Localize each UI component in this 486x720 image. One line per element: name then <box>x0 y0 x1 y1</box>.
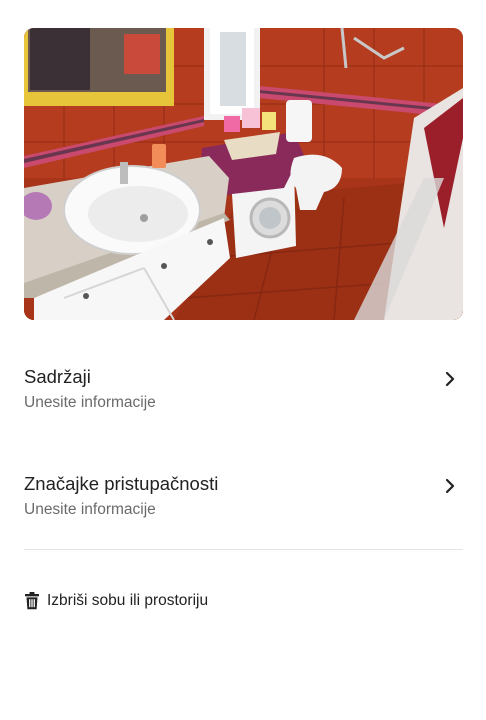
bathroom-photo <box>24 28 463 320</box>
amenities-title: Sadržaji <box>24 366 91 387</box>
accessibility-subtitle: Unesite informacije <box>24 501 156 518</box>
amenities-subtitle: Unesite informacije <box>24 394 156 411</box>
delete-room-button[interactable]: Izbriši sobu ili prostoriju <box>24 589 208 613</box>
chevron-right-icon <box>445 478 455 494</box>
accessibility-title: Značajke pristupačnosti <box>24 473 219 494</box>
chevron-right-icon <box>445 371 455 387</box>
trash-icon <box>25 592 39 610</box>
accessibility-row[interactable]: Značajke pristupačnosti Unesite informac… <box>24 469 463 541</box>
divider <box>24 549 463 550</box>
room-photo[interactable] <box>24 28 463 320</box>
amenities-row[interactable]: Sadržaji Unesite informacije <box>24 362 463 434</box>
delete-room-label: Izbriši sobu ili prostoriju <box>47 592 209 609</box>
